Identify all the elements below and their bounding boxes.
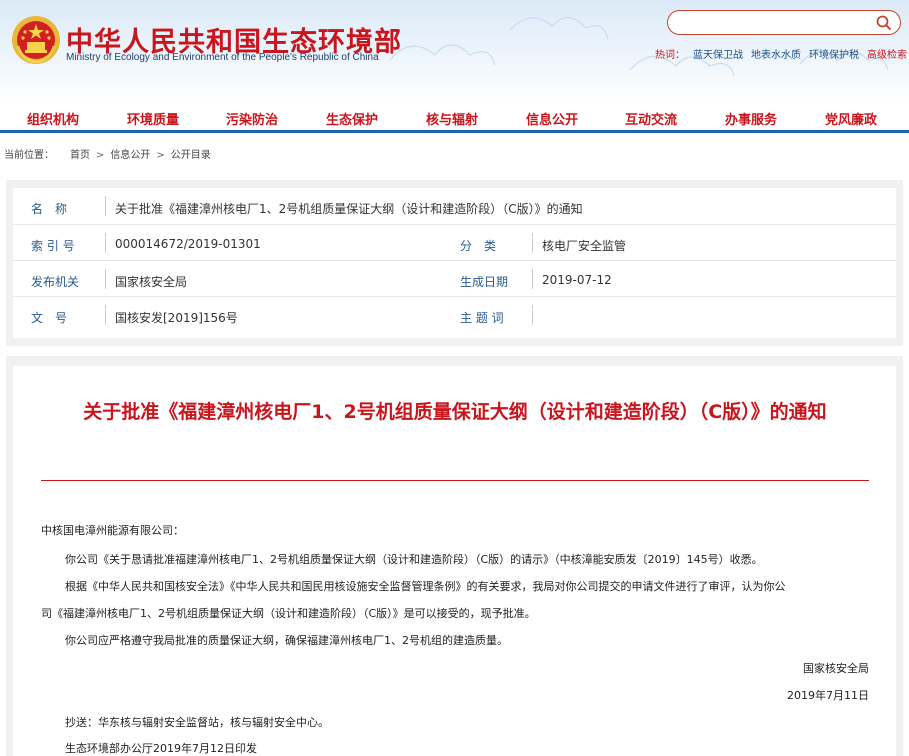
hot-word-link[interactable]: 地表水水质 (751, 50, 801, 61)
site-header: 中华人民共和国生态环境部 Ministry of Ecology and Env… (0, 0, 909, 103)
search-icon[interactable] (876, 15, 892, 31)
meta-docno-label: 文 号 (31, 311, 68, 325)
breadcrumb-info[interactable]: 信息公开 (110, 150, 150, 161)
meta-date-label: 生成日期 (460, 275, 509, 289)
nav-item-pollution-control[interactable]: 污染防治 (212, 109, 292, 128)
meta-issuer-label: 发布机关 (31, 275, 80, 289)
nav-item-organization[interactable]: 组织机构 (13, 109, 93, 128)
meta-table: 名 称 关于批准《福建漳州核电厂1、2号机组质量保证大纲（设计和建造阶段）（C版… (13, 188, 896, 338)
nav-item-ecology[interactable]: 生态保护 (312, 109, 392, 128)
meta-name-value: 关于批准《福建漳州核电厂1、2号机组质量保证大纲（设计和建造阶段）（C版）》的通… (115, 202, 583, 216)
meta-row-index: 索 引 号 000014672/2019-01301 分 类 核电厂安全监管 (13, 224, 896, 260)
search-input[interactable] (678, 14, 868, 32)
paragraph-2-line-2: 司《福建漳州核电厂1、2号机组质量保证大纲（设计和建造阶段）（C版）》是可以接受… (41, 607, 536, 620)
meta-index-label: 索 引 号 (31, 239, 75, 253)
national-emblem-icon (12, 16, 60, 64)
advanced-search-link[interactable]: 高级检索 (867, 50, 907, 61)
meta-category-value: 核电厂安全监管 (542, 239, 627, 253)
main-nav: 组织机构 环境质量 污染防治 生态保护 核与辐射 信息公开 互动交流 办事服务 … (0, 103, 909, 133)
nav-item-interaction[interactable]: 互动交流 (611, 109, 691, 128)
cc-list: 抄送：华东核与辐射安全监督站，核与辐射安全中心。 (65, 716, 329, 729)
signer: 国家核安全局 (803, 662, 869, 675)
meta-subject-label: 主 题 词 (460, 311, 504, 325)
meta-issuer-value: 国家核安全局 (115, 275, 188, 289)
breadcrumb: 当前位置： 首页 > 信息公开 > 公开目录 (4, 146, 211, 161)
print-note: 生态环境部办公厅2019年7月12日印发 (65, 742, 257, 755)
title-divider (41, 480, 869, 481)
nav-item-info-disclosure[interactable]: 信息公开 (512, 109, 592, 128)
nav-item-nuclear[interactable]: 核与辐射 (412, 109, 492, 128)
paragraph-2-line-1: 根据《中华人民共和国核安全法》《中华人民共和国民用核设施安全监督管理条例》的有关… (65, 580, 786, 593)
meta-row-docno: 文 号 国核安发[2019]156号 主 题 词 (13, 296, 896, 332)
nav-item-integrity[interactable]: 党风廉政 (811, 109, 891, 128)
paragraph-3: 你公司应严格遵守我局批准的质量保证大纲，确保福建漳州核电厂1、2号机组的建造质量… (65, 634, 508, 647)
breadcrumb-catalog[interactable]: 公开目录 (171, 150, 211, 161)
meta-index-value: 000014672/2019-01301 (115, 237, 261, 251)
paragraph-1: 你公司《关于恳请批准福建漳州核电厂1、2号机组质量保证大纲（设计和建造阶段）（C… (65, 553, 763, 566)
divider (105, 269, 106, 289)
hot-words-label: 热词： (655, 50, 685, 61)
addressee: 中核国电漳州能源有限公司： (41, 524, 184, 537)
meta-row-issuer: 发布机关 国家核安全局 生成日期 2019-07-12 (13, 260, 896, 296)
meta-panel: 名 称 关于批准《福建漳州核电厂1、2号机组质量保证大纲（设计和建造阶段）（C版… (6, 180, 903, 346)
divider (532, 269, 533, 289)
nav-item-services[interactable]: 办事服务 (711, 109, 791, 128)
site-title-en: Ministry of Ecology and Environment of t… (66, 52, 379, 63)
meta-docno-value: 国核安发[2019]156号 (115, 311, 238, 325)
search-box (667, 10, 901, 35)
meta-category-label: 分 类 (460, 239, 497, 253)
divider (105, 305, 106, 325)
breadcrumb-home[interactable]: 首页 (70, 150, 90, 161)
divider (105, 233, 106, 253)
divider (105, 196, 106, 216)
nav-item-environment-quality[interactable]: 环境质量 (113, 109, 193, 128)
sign-date: 2019年7月11日 (787, 689, 869, 702)
meta-row-name: 名 称 关于批准《福建漳州核电厂1、2号机组质量保证大纲（设计和建造阶段）（C版… (13, 188, 896, 224)
hot-word-link[interactable]: 环境保护税 (809, 50, 859, 61)
breadcrumb-separator: > (156, 150, 165, 161)
meta-name-label: 名 称 (31, 202, 68, 216)
meta-date-value: 2019-07-12 (542, 273, 612, 287)
document-body: 关于批准《福建漳州核电厂1、2号机组质量保证大纲（设计和建造阶段）（C版）》的通… (13, 366, 896, 756)
content-panel: 关于批准《福建漳州核电厂1、2号机组质量保证大纲（设计和建造阶段）（C版）》的通… (6, 356, 903, 756)
document-title: 关于批准《福建漳州核电厂1、2号机组质量保证大纲（设计和建造阶段）（C版）》的通… (83, 401, 827, 423)
breadcrumb-separator: > (96, 150, 105, 161)
breadcrumb-label: 当前位置： (4, 150, 54, 161)
divider (532, 233, 533, 253)
hot-words: 热词： 蓝天保卫战 地表水水质 环境保护税 高级检索 (655, 46, 907, 61)
hot-word-link[interactable]: 蓝天保卫战 (693, 50, 743, 61)
divider (532, 305, 533, 325)
